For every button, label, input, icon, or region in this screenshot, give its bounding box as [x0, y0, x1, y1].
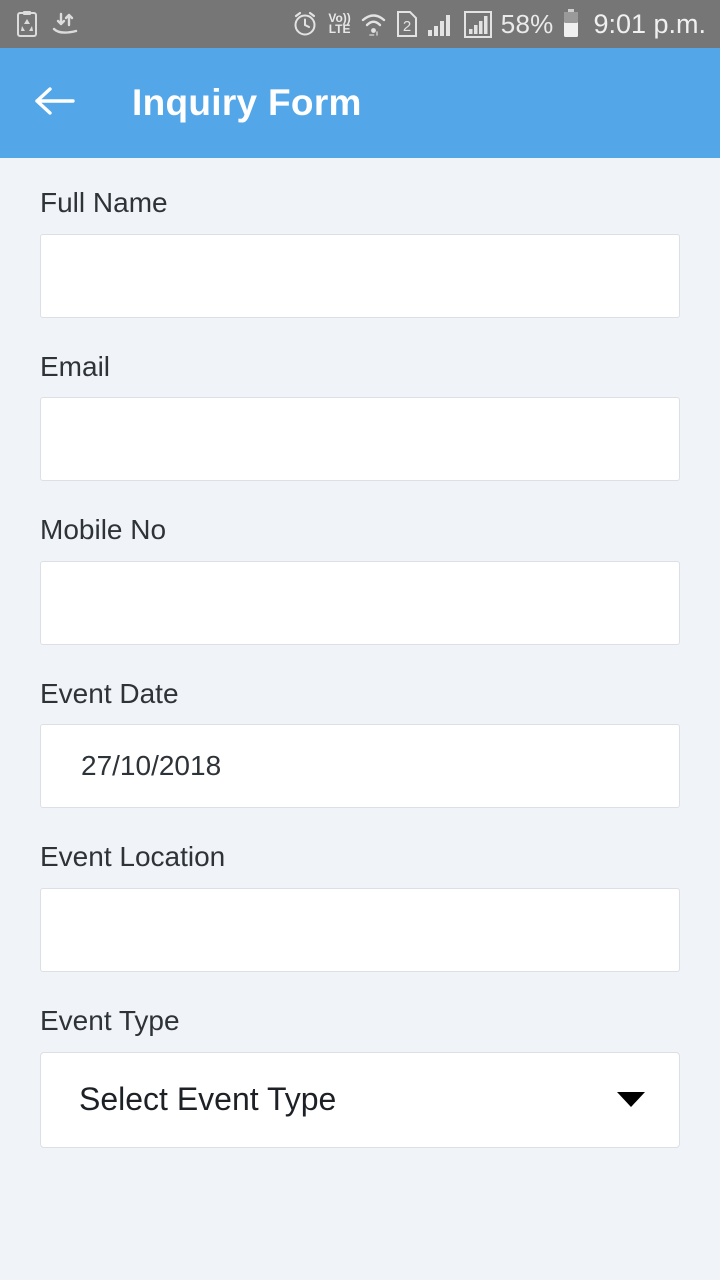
svg-text:2: 2	[403, 18, 411, 35]
field-mobile-no: Mobile No	[40, 513, 680, 645]
phone-screen: Vo)) LTE 2 58% 9:01 p.m. Inquiry Form Fu…	[0, 0, 720, 1280]
page-title: Inquiry Form	[132, 82, 362, 123]
label-event-date: Event Date	[40, 677, 179, 709]
sim2-icon: 2	[396, 10, 418, 38]
input-email[interactable]	[40, 397, 680, 482]
signal-bars-icon	[427, 11, 455, 37]
field-event-date: Event Date 27/10/2018	[40, 677, 680, 809]
recycle-clipboard-icon	[16, 10, 38, 38]
input-event-location[interactable]	[40, 887, 680, 972]
select-event-type[interactable]: Select Event Type	[40, 1051, 680, 1148]
field-event-type: Event Type Select Event Type	[40, 1004, 680, 1148]
status-bar: Vo)) LTE 2 58% 9:01 p.m.	[0, 0, 720, 48]
input-event-date[interactable]: 27/10/2018	[40, 724, 680, 809]
inquiry-form: Full Name Email Mobile No Event Date 27/…	[0, 158, 720, 1148]
input-full-name[interactable]	[40, 233, 680, 318]
label-mobile-no: Mobile No	[40, 514, 167, 546]
battery-icon	[562, 9, 580, 39]
back-arrow-icon	[33, 84, 75, 123]
input-mobile-no[interactable]	[40, 560, 680, 645]
volte-bottom-text: LTE	[328, 22, 351, 36]
field-full-name: Full Name	[40, 186, 680, 318]
field-event-location: Event Location	[40, 840, 680, 972]
data-transfer-icon	[52, 11, 78, 37]
clock-text: 9:01 p.m.	[593, 8, 706, 39]
chevron-down-icon	[617, 1092, 645, 1108]
label-event-type: Event Type	[40, 1004, 180, 1036]
field-email: Email	[40, 350, 680, 482]
status-bar-right-icons: Vo)) LTE 2 58% 9:01 p.m.	[291, 9, 706, 40]
alarm-clock-icon	[291, 10, 319, 38]
back-button[interactable]	[26, 75, 82, 131]
label-full-name: Full Name	[40, 187, 168, 218]
label-email: Email	[40, 350, 111, 382]
signal-bars-boxed-icon	[463, 10, 492, 38]
volte-icon: Vo)) LTE	[328, 11, 351, 36]
wifi-icon	[360, 11, 387, 37]
app-bar: Inquiry Form	[0, 48, 720, 158]
select-event-type-value: Select Event Type	[79, 1081, 337, 1118]
battery-percent-text: 58%	[500, 8, 554, 39]
status-bar-left-icons	[16, 10, 78, 38]
label-event-location: Event Location	[40, 841, 226, 873]
